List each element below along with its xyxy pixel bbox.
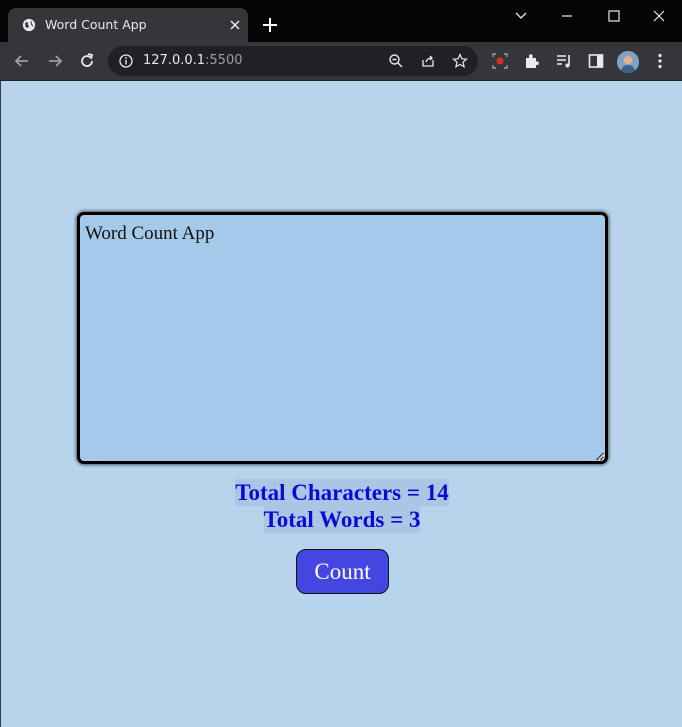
extensions-puzzle-icon[interactable] <box>522 51 542 71</box>
tab-strip: Word Count App <box>0 0 682 42</box>
word-count-textarea[interactable] <box>77 212 608 464</box>
url-host: 127.0.0.1 <box>143 53 206 68</box>
page-content: Total Characters = 14 Total Words = 3 Co… <box>0 81 682 727</box>
total-words-label: Total Words = 3 <box>263 506 421 533</box>
new-tab-plus-icon[interactable] <box>262 17 278 33</box>
side-panel-icon[interactable] <box>586 51 606 71</box>
minimize-icon[interactable] <box>557 6 577 26</box>
back-arrow-icon[interactable] <box>12 51 32 71</box>
site-info-icon[interactable] <box>119 54 133 68</box>
stats-panel: Total Characters = 14 Total Words = 3 <box>1 479 682 533</box>
reload-icon[interactable] <box>77 51 97 71</box>
browser-window: Word Count App 127.0.0.1:5500 Word Count… <box>0 0 682 727</box>
close-tab-icon[interactable] <box>229 19 241 31</box>
forward-arrow-icon[interactable] <box>45 51 65 71</box>
bookmark-star-icon[interactable] <box>452 53 468 69</box>
total-characters-label: Total Characters = 14 <box>235 479 449 506</box>
tab-search-chevron-icon[interactable] <box>511 6 531 26</box>
more-menu-icon[interactable] <box>650 51 670 71</box>
browser-toolbar: 127.0.0.1:5500 <box>0 42 682 81</box>
tab-word-count-app[interactable]: Word Count App <box>8 8 248 42</box>
profile-avatar[interactable] <box>617 51 639 73</box>
url-text: 127.0.0.1:5500 <box>143 53 243 68</box>
globe-icon <box>22 18 36 32</box>
address-bar[interactable]: 127.0.0.1:5500 <box>108 46 478 76</box>
media-control-icon[interactable] <box>554 51 574 71</box>
url-port: :5500 <box>205 53 243 68</box>
profile-picture-icon <box>617 51 639 73</box>
close-window-icon[interactable] <box>649 6 669 26</box>
tab-title: Word Count App <box>45 17 147 32</box>
screen-record-icon[interactable] <box>490 51 510 71</box>
resize-grip-icon[interactable] <box>594 451 604 461</box>
zoom-icon[interactable] <box>388 53 404 69</box>
count-button[interactable]: Count <box>296 549 389 594</box>
share-icon[interactable] <box>420 53 436 69</box>
maximize-icon[interactable] <box>604 6 624 26</box>
